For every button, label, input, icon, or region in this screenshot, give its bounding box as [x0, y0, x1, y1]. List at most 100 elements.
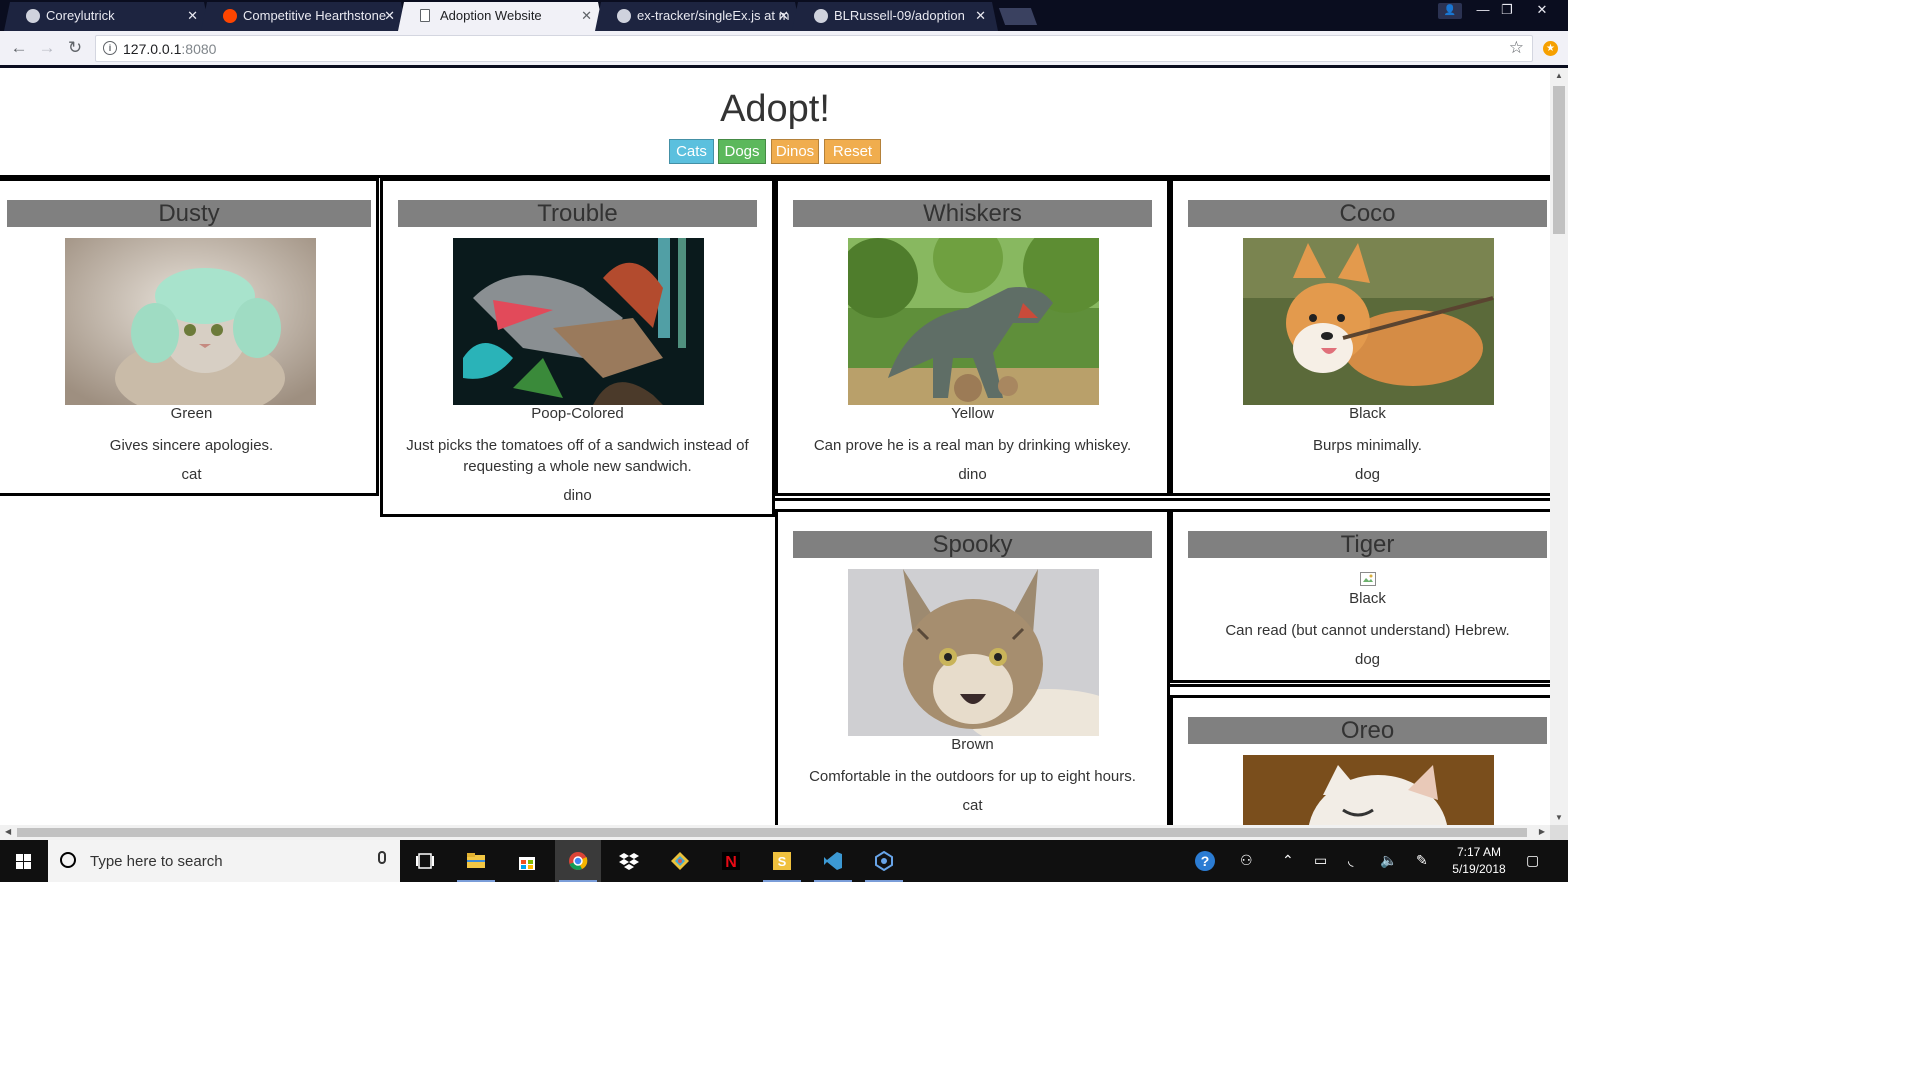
task-view-icon	[416, 853, 434, 869]
clock[interactable]: 7:17 AM 5/19/2018	[1444, 844, 1514, 878]
windows-icon	[16, 854, 31, 869]
tab-ex-tracker[interactable]: ex-tracker/singleEx.js at m ✕	[595, 2, 801, 31]
restore-icon[interactable]: ❐	[1492, 0, 1522, 22]
pet-name: Trouble	[398, 200, 757, 227]
pet-type: cat	[181, 466, 202, 483]
pet-name: Oreo	[1188, 717, 1547, 744]
tab-title: Competitive Hearthstone	[243, 8, 387, 23]
microphone-icon[interactable]	[378, 851, 386, 864]
browser-toolbar: ← → ↻ i 127.0.0.1:8080 ☆	[0, 31, 1568, 65]
scrollbar-corner	[1550, 825, 1568, 840]
tab-strip: Coreylutrick ✕ Competitive Hearthstone ✕…	[0, 0, 1568, 31]
git-icon	[671, 852, 689, 870]
tab-adoption-website[interactable]: Adoption Website ✕	[398, 2, 604, 31]
store-button[interactable]	[504, 840, 550, 882]
scroll-left-icon[interactable]: ◀	[5, 827, 11, 836]
profile-icon[interactable]: 👤	[1438, 3, 1462, 19]
close-icon[interactable]: ✕	[384, 8, 395, 24]
pet-color: Poop-Colored	[531, 405, 624, 422]
github-icon	[617, 9, 631, 23]
page-icon	[420, 9, 430, 22]
scroll-down-icon[interactable]: ▼	[1555, 813, 1563, 822]
dinos-button[interactable]: Dinos	[771, 139, 819, 164]
close-icon[interactable]: ✕	[187, 8, 198, 24]
scrollbar-thumb[interactable]	[17, 828, 1527, 837]
scroll-up-icon[interactable]: ▲	[1555, 71, 1563, 80]
horizontal-scrollbar[interactable]: ◀ ▶	[0, 825, 1550, 840]
netflix-button[interactable]: N	[708, 840, 754, 882]
pet-type: dog	[1354, 651, 1381, 668]
broken-image-icon	[1359, 572, 1376, 586]
back-icon[interactable]: ←	[8, 37, 30, 59]
dropbox-button[interactable]	[606, 840, 652, 882]
close-icon[interactable]: ✕	[778, 8, 789, 24]
visual-studio-icon	[875, 851, 893, 871]
start-button[interactable]	[0, 840, 48, 882]
cats-button[interactable]: Cats	[669, 139, 714, 164]
tab-title: Coreylutrick	[46, 8, 115, 23]
notifications-icon[interactable]: ▢	[1526, 852, 1539, 869]
wifi-icon[interactable]: ◟	[1348, 852, 1353, 869]
pet-name: Dusty	[7, 200, 371, 227]
page-viewport: Adopt! Cats Dogs Dinos Reset Dusty Green…	[0, 68, 1550, 825]
window-close-icon[interactable]: ✕	[1527, 0, 1557, 22]
vscode-button[interactable]	[810, 840, 856, 882]
pet-skill: Just picks the tomatoes off of a sandwic…	[406, 437, 749, 475]
divider	[775, 498, 1550, 501]
file-explorer-button[interactable]	[453, 840, 499, 882]
visual-studio-button[interactable]	[861, 840, 907, 882]
volume-icon[interactable]: 🔈	[1380, 852, 1397, 869]
chrome-button[interactable]	[555, 840, 601, 882]
pet-name: Tiger	[1188, 531, 1547, 558]
task-view-button[interactable]	[402, 840, 448, 882]
scrollbar-thumb[interactable]	[1553, 86, 1565, 234]
pen-icon[interactable]: ✎	[1416, 852, 1428, 869]
info-icon[interactable]: i	[103, 41, 117, 55]
tab-title: ex-tracker/singleEx.js at m	[637, 8, 790, 23]
svg-text:?: ?	[1201, 853, 1210, 869]
forward-icon[interactable]: →	[36, 37, 58, 59]
vertical-scrollbar[interactable]: ▲ ▼	[1550, 68, 1568, 825]
tab-hearthstone[interactable]: Competitive Hearthstone ✕	[201, 2, 407, 31]
reset-button[interactable]: Reset	[824, 139, 881, 164]
slack-button[interactable]: S	[759, 840, 805, 882]
tab-blrussell-adoption[interactable]: BLRussell-09/adoption ✕	[792, 2, 998, 31]
slack-icon: S	[773, 852, 791, 870]
page-title: Adopt!	[720, 88, 830, 130]
cortana-icon	[60, 852, 76, 868]
people-icon[interactable]: ⚇	[1240, 852, 1253, 869]
chrome-icon	[569, 852, 588, 870]
pet-card: Trouble Poop-Colored Just picks the toma…	[380, 178, 775, 517]
new-tab-button[interactable]	[998, 8, 1038, 25]
taskbar-search[interactable]: Type here to search	[48, 840, 400, 882]
scroll-right-icon[interactable]: ▶	[1539, 827, 1545, 836]
help-icon[interactable]: ?	[1194, 850, 1216, 875]
pet-name: Coco	[1188, 200, 1547, 227]
close-icon[interactable]: ✕	[581, 8, 592, 24]
gitkraken-button[interactable]	[657, 840, 703, 882]
battery-icon[interactable]: ▭	[1314, 852, 1327, 869]
pet-type: dog	[1354, 466, 1381, 483]
tab-title: Adoption Website	[440, 8, 542, 23]
pet-skill: Gives sincere apologies.	[109, 437, 274, 454]
taskbar: Type here to search N S ? ⚇ ⌃ ▭ ◟ 🔈 ✎ 7:…	[0, 840, 1568, 882]
pet-skill: Can prove he is a real man by drinking w…	[813, 437, 1132, 454]
bookmark-star-icon[interactable]: ☆	[1509, 38, 1524, 58]
pet-skill: Comfortable in the outdoors for up to ei…	[809, 768, 1136, 785]
pet-color: Black	[1349, 590, 1386, 607]
dogs-button[interactable]: Dogs	[718, 139, 766, 164]
search-placeholder: Type here to search	[90, 853, 223, 870]
chevron-up-icon[interactable]: ⌃	[1282, 852, 1294, 869]
pet-card: Coco Black Burps minimally. dog	[1170, 178, 1550, 496]
close-icon[interactable]: ✕	[975, 8, 986, 24]
tab-coreylutrick[interactable]: Coreylutrick ✕	[4, 2, 210, 31]
pet-type: cat	[962, 797, 983, 814]
dinosaur-photo	[452, 238, 704, 405]
dropbox-icon	[619, 853, 639, 870]
divider	[1170, 684, 1550, 687]
address-bar[interactable]: i 127.0.0.1:8080 ☆	[95, 35, 1533, 62]
reload-icon[interactable]: ↻	[64, 37, 86, 59]
extension-icon[interactable]: ★	[1543, 41, 1558, 56]
svg-text:S: S	[778, 854, 787, 869]
pet-name: Whiskers	[793, 200, 1152, 227]
